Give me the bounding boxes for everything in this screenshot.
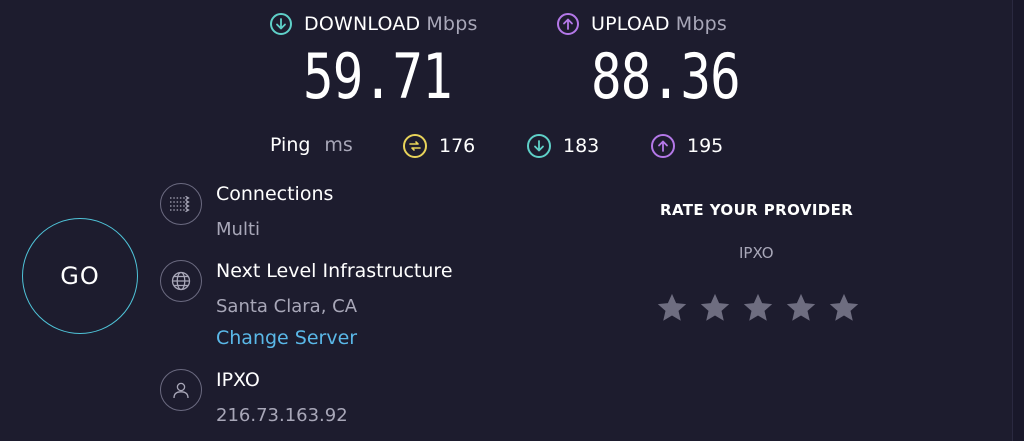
window-edge: [1012, 0, 1024, 441]
go-button[interactable]: GO: [22, 218, 138, 334]
arrow-down-icon: [527, 134, 551, 158]
star-icon-5[interactable]: [827, 291, 861, 325]
upload-unit: Mbps: [675, 13, 727, 35]
ping-idle-value: 176: [439, 135, 476, 157]
ping-idle-icon: [403, 134, 427, 158]
download-value: 59.71: [303, 40, 453, 113]
ping-download: 183: [527, 134, 599, 158]
client-title: IPXO: [216, 369, 260, 391]
rating-stars: [655, 291, 870, 325]
star-icon-3[interactable]: [741, 291, 775, 325]
rate-provider-title: RATE YOUR PROVIDER: [660, 201, 854, 219]
arrow-down-icon: [270, 13, 292, 35]
star-icon-2[interactable]: [698, 291, 732, 325]
upload-value: 88.36: [591, 40, 741, 113]
upload-header: UPLOAD Mbps: [557, 13, 727, 35]
download-unit: Mbps: [426, 13, 478, 35]
connections-icon: [160, 183, 202, 225]
server-location: Santa Clara, CA: [216, 296, 358, 317]
ping-upload: 195: [651, 134, 723, 158]
ping-label: Ping: [270, 134, 311, 156]
ping-upload-value: 195: [687, 135, 724, 157]
ping-idle: 176: [403, 134, 475, 158]
download-header: DOWNLOAD Mbps: [270, 13, 478, 35]
user-icon: [160, 369, 202, 411]
client-ip: 216.73.163.92: [216, 405, 348, 426]
connections-value[interactable]: Multi: [216, 219, 260, 240]
star-icon-1[interactable]: [655, 291, 689, 325]
ping-download-value: 183: [563, 135, 600, 157]
go-label: GO: [60, 262, 100, 290]
star-icon-4[interactable]: [784, 291, 818, 325]
server-title: Next Level Infrastructure: [216, 260, 453, 282]
arrow-up-icon: [651, 134, 675, 158]
download-label: DOWNLOAD: [304, 13, 421, 35]
connections-title: Connections: [216, 183, 334, 205]
ping-label-group: Ping ms: [270, 134, 353, 156]
change-server-link[interactable]: Change Server: [216, 327, 357, 349]
arrow-up-icon: [557, 13, 579, 35]
rate-provider-name: IPXO: [739, 244, 774, 262]
ping-unit: ms: [324, 134, 353, 156]
globe-icon: [160, 260, 202, 302]
upload-label: UPLOAD: [591, 13, 670, 35]
